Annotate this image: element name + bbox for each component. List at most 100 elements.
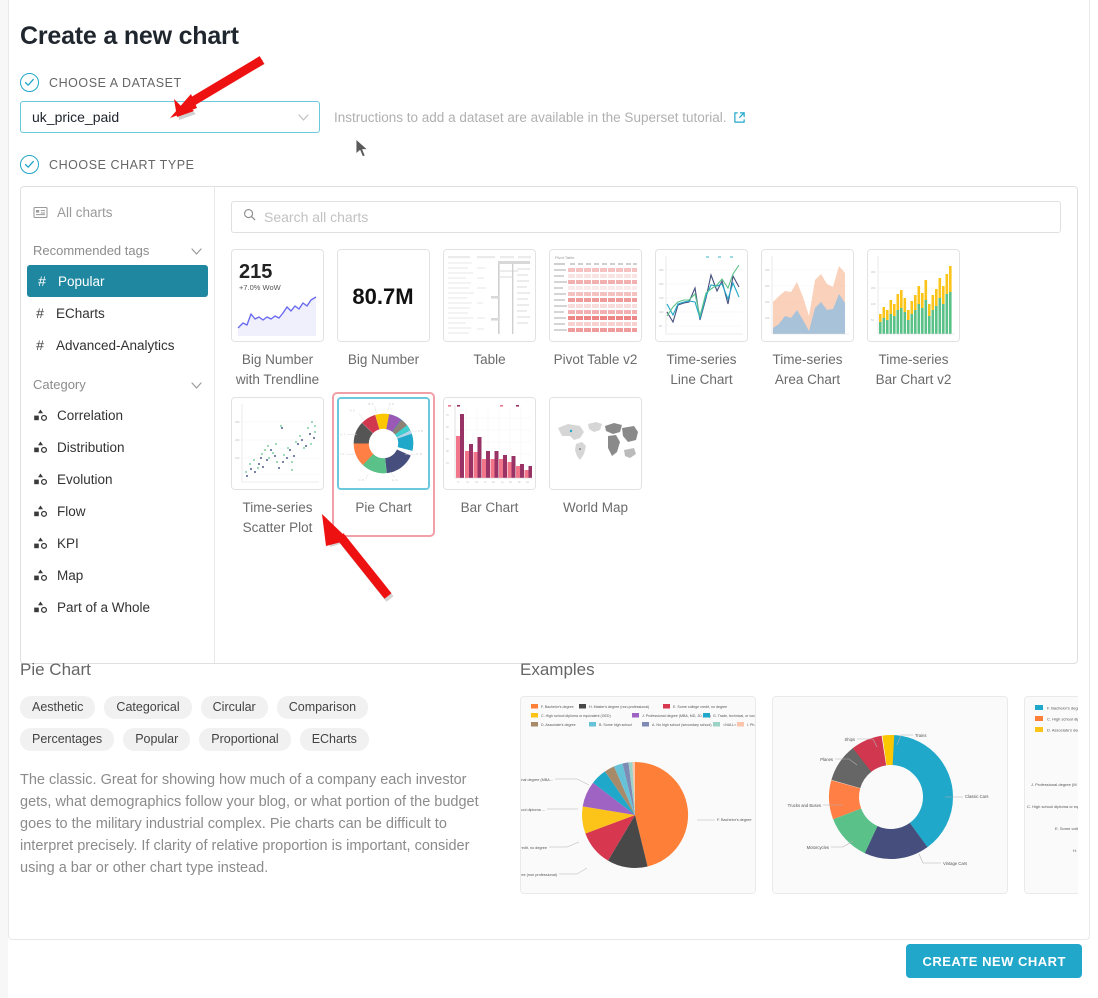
- svg-text:E. Some college: E. Some college: [1055, 826, 1078, 831]
- tag-echarts[interactable]: ECharts: [300, 728, 369, 751]
- sidebar-all-charts-label: All charts: [57, 205, 113, 220]
- category-icon: [33, 440, 48, 455]
- chart-card-time-series-line[interactable]: 30020015010050 Time-series Line Chart: [655, 249, 748, 389]
- dataset-selected-value: uk_price_paid: [32, 109, 119, 125]
- sidebar-item-kpi[interactable]: KPI: [21, 527, 214, 559]
- svg-text:E. S: E. S: [392, 478, 397, 482]
- chart-card-label: Time-series Line Chart: [655, 350, 748, 389]
- chart-card-label: Table: [443, 350, 536, 370]
- chart-detail-panel: Pie Chart Aesthetic Categorical Circular…: [20, 660, 1078, 922]
- sidebar-item-evolution[interactable]: Evolution: [21, 463, 214, 495]
- sidebar-item-part-of-a-whole[interactable]: Part of a Whole: [21, 591, 214, 623]
- chart-description: The classic. Great for showing how much …: [20, 769, 480, 879]
- svg-text:100: 100: [659, 310, 664, 314]
- external-link-icon[interactable]: [733, 111, 746, 124]
- svg-text:A. N: A. N: [389, 402, 394, 406]
- chart-thumbnail: 215 +7.0% WoW: [231, 249, 324, 342]
- sidebar-item-echarts[interactable]: # ECharts: [21, 297, 214, 329]
- tag-aesthetic[interactable]: Aesthetic: [20, 696, 95, 719]
- svg-text:Motorcycles: Motorcycles: [807, 845, 829, 850]
- page-content: Create a new chart CHOOSE A DATASET uk_p…: [20, 0, 1078, 664]
- tag-circular[interactable]: Circular: [201, 696, 268, 719]
- svg-text:300: 300: [765, 284, 770, 288]
- sidebar-item-correlation[interactable]: Correlation: [21, 399, 214, 431]
- list-icon: [33, 205, 48, 220]
- chart-detail-title: Pie Chart: [20, 660, 504, 680]
- sidebar-item-label: Popular: [58, 274, 105, 289]
- chart-card-big-number[interactable]: 80.7M Big Number: [337, 249, 430, 389]
- sidebar-item-label: Advanced-Analytics: [56, 338, 175, 353]
- chart-card-big-number-trendline[interactable]: 215 +7.0% WoW Big Number with Trendline: [231, 249, 324, 389]
- chart-card-world-map[interactable]: World Map: [549, 397, 642, 537]
- sidebar-item-label: Flow: [57, 504, 86, 519]
- sidebar-item-advanced-analytics[interactable]: # Advanced-Analytics: [21, 329, 214, 361]
- sidebar-item-flow[interactable]: Flow: [21, 495, 214, 527]
- create-new-chart-button[interactable]: CREATE NEW CHART: [906, 944, 1082, 978]
- svg-text:D. Associate's degre...: D. Associate's degre...: [1047, 728, 1078, 733]
- chart-card-time-series-scatter[interactable]: 300200100: [231, 397, 324, 537]
- svg-text:C. High school diplom...: C. High school diplom...: [1047, 717, 1078, 722]
- chart-card-time-series-bar-v2[interactable]: 30020010050: [867, 249, 960, 389]
- svg-text:G. T: G. T: [340, 433, 345, 437]
- chart-card-label: Bar Chart: [443, 498, 536, 518]
- sidebar-item-label: Distribution: [57, 440, 125, 455]
- svg-text:150: 150: [659, 296, 664, 300]
- sidebar-item-label: Evolution: [57, 472, 113, 487]
- svg-text:F. B: F. B: [418, 429, 423, 433]
- examples-title: Examples: [520, 660, 1078, 680]
- tag-percentages[interactable]: Percentages: [20, 728, 114, 751]
- svg-text:C. H: C. H: [359, 478, 364, 482]
- svg-text:300: 300: [235, 420, 240, 424]
- dataset-select[interactable]: uk_price_paid: [20, 101, 320, 133]
- tag-proportional[interactable]: Proportional: [199, 728, 290, 751]
- chart-card-pie-chart[interactable]: F. BH. ME. S C. HJ. PG. T D. AB. SA. N P…: [332, 392, 435, 537]
- chart-card-time-series-area[interactable]: 400300200100 Time-series Area Chart: [761, 249, 854, 389]
- tag-comparison[interactable]: Comparison: [277, 696, 368, 719]
- chevron-down-icon[interactable]: [191, 377, 202, 392]
- sidebar-item-map[interactable]: Map: [21, 559, 214, 591]
- sidebar-item-label: ECharts: [56, 306, 105, 321]
- tag-popular[interactable]: Popular: [123, 728, 190, 751]
- chart-card-label: Time-series Area Chart: [761, 350, 854, 389]
- sidebar-group-recommended-tags[interactable]: Recommended tags: [21, 235, 214, 265]
- svg-text:J. Professional degree (M: J. Professional degree (M: [1031, 782, 1077, 787]
- svg-text:D. A: D. A: [350, 409, 355, 413]
- chart-card-table[interactable]: Table: [443, 249, 536, 389]
- svg-text:D. Associate's degree: D. Associate's degree: [541, 723, 576, 727]
- chart-thumbnail: 30020010050: [867, 249, 960, 342]
- section-chart-type-label: CHOOSE CHART TYPE: [49, 158, 195, 172]
- sidebar-item-label: KPI: [57, 536, 79, 551]
- dataset-instructions: Instructions to add a dataset are availa…: [334, 110, 746, 125]
- sidebar-group-category[interactable]: Category: [21, 369, 214, 399]
- chart-examples-section: Examples F. Bachelor's degree H. Master'…: [520, 660, 1078, 922]
- search-all-charts[interactable]: Search all charts: [231, 201, 1061, 233]
- svg-text:F. Bachelor's degree: F. Bachelor's degree: [1047, 706, 1078, 711]
- dataset-instructions-text: Instructions to add a dataset are availa…: [334, 110, 727, 125]
- section-dataset-label: CHOOSE A DATASET: [49, 76, 182, 90]
- chart-card-label: Pivot Table v2: [549, 350, 642, 370]
- example-card-pie[interactable]: F. Bachelor's degree H. Master's degree …: [520, 696, 756, 894]
- chart-card-pivot-table-v2[interactable]: Pivot Table: [549, 249, 642, 389]
- hash-icon: #: [35, 273, 49, 289]
- chevron-down-icon[interactable]: [298, 108, 309, 126]
- chart-type-selector: All charts Recommended tags # Popular # …: [20, 186, 1078, 664]
- example-card-pie-partial[interactable]: F. Bachelor's degree C. High school dipl…: [1024, 696, 1078, 894]
- category-icon: [33, 600, 48, 615]
- chart-card-bar-chart[interactable]: 706045 3015 TriCaHa TriBoJa NeMiRo: [443, 397, 536, 537]
- category-icon: [33, 536, 48, 551]
- example-card-donut[interactable]: Classic Cars Vintage Cars Motorcycles Tr…: [772, 696, 1008, 894]
- chart-thumbnail: Pivot Table: [549, 249, 642, 342]
- search-icon: [243, 208, 256, 226]
- svg-text:200: 200: [765, 300, 770, 304]
- sidebar-item-distribution[interactable]: Distribution: [21, 431, 214, 463]
- chevron-down-icon[interactable]: [191, 243, 202, 258]
- svg-text:Vintage Cars: Vintage Cars: [943, 861, 967, 866]
- chart-list-pane: Search all charts 215 +7.0% WoW: [215, 187, 1077, 663]
- tag-categorical[interactable]: Categorical: [104, 696, 191, 719]
- chart-card-label: Big Number: [337, 350, 430, 370]
- svg-text:100: 100: [871, 302, 876, 306]
- sidebar-item-all-charts[interactable]: All charts: [21, 197, 214, 227]
- sidebar-item-popular[interactable]: # Popular: [27, 265, 208, 297]
- chart-thumbnail: 300200100: [231, 397, 324, 490]
- svg-text:+7.0% WoW: +7.0% WoW: [239, 283, 282, 292]
